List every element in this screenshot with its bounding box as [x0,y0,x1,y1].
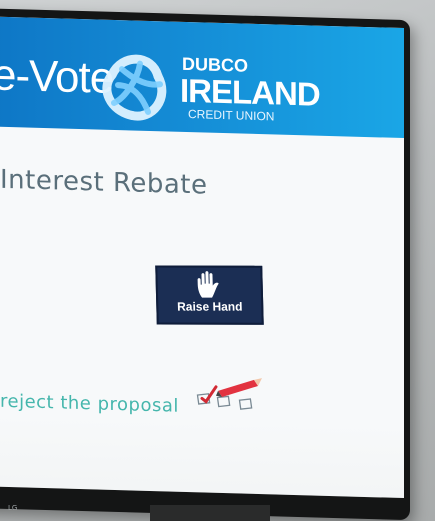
header-banner: e-Vote DUBCO IRELAND CREDIT UNION [0,15,404,139]
hand-icon [197,271,219,298]
credit-union-logo-icon [102,54,167,121]
raise-hand-label: Raise Hand [176,299,243,314]
raise-hand-button[interactable]: Raise Hand [155,265,264,325]
page-title: Interest Rebate [0,164,208,201]
monitor-stand [150,505,270,521]
ballot-checkbox-icon [196,378,262,410]
monitor-screen: e-Vote DUBCO IRELAND CREDIT UNION Intere… [0,15,404,499]
monitor-maker-logo: LG [8,504,18,512]
brand-sub-text: CREDIT UNION [188,107,275,124]
reject-option-text: reject the proposal [0,390,179,417]
